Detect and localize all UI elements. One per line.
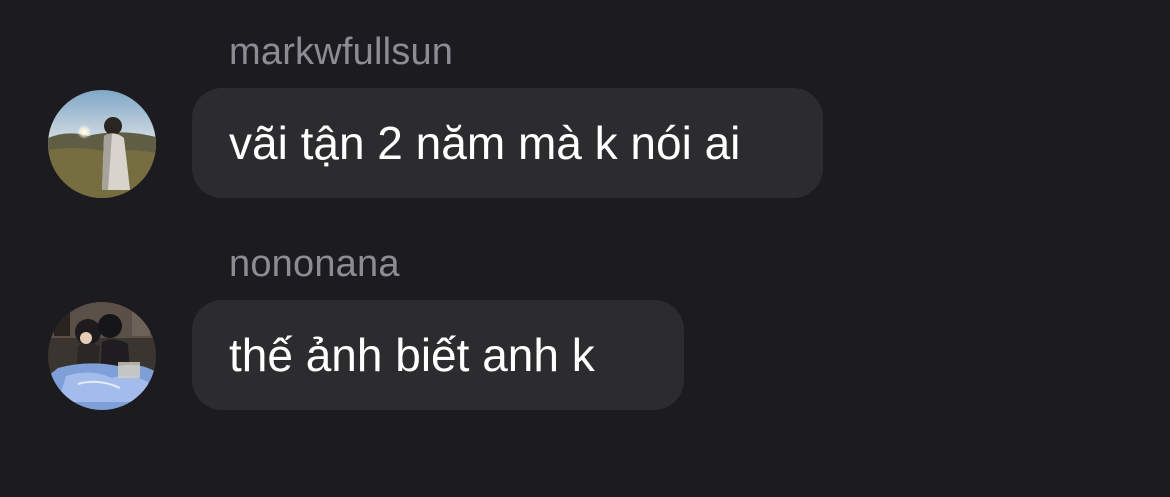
sender-name[interactable]: markwfullsun: [229, 30, 453, 74]
message-text: thế ảnh biết anh k: [229, 329, 595, 381]
chat-thread: markwfullsun vãi tận 2 năm mà k nói ai n…: [0, 0, 1170, 497]
message-bubble[interactable]: vãi tận 2 năm mà k nói ai: [192, 88, 823, 198]
message-bubble[interactable]: thế ảnh biết anh k: [192, 300, 684, 410]
message-text: vãi tận 2 năm mà k nói ai: [229, 117, 741, 169]
sender-name[interactable]: nononana: [229, 242, 400, 286]
sunset-portrait-icon: [48, 90, 156, 198]
couple-photo-icon: [48, 302, 156, 410]
avatar[interactable]: [48, 90, 156, 198]
avatar[interactable]: [48, 302, 156, 410]
